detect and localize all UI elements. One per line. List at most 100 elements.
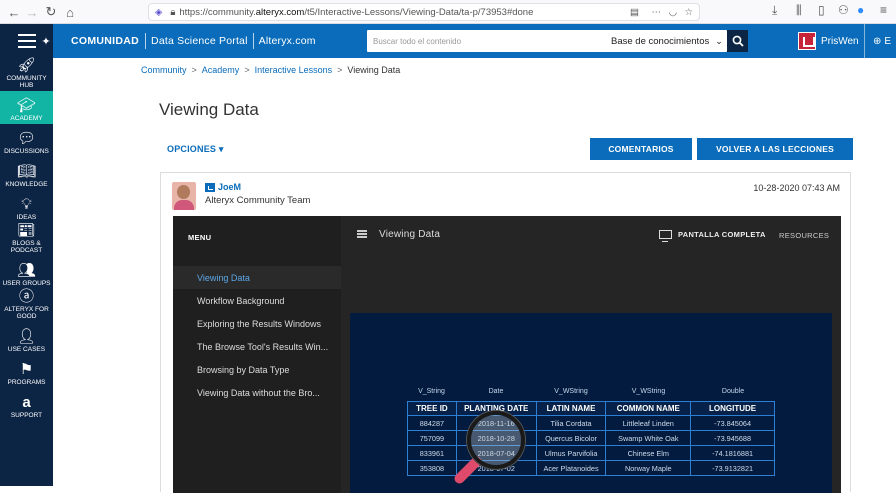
table-cell: Norway Maple [605,460,692,476]
sidebar-item-academy[interactable]: 🎓︎ ACADEMY [0,91,53,124]
back-to-lessons-button[interactable]: VOLVER A LAS LECCIONES [697,138,853,160]
player-menu-item[interactable]: Workflow Background [173,289,341,312]
column-header: LONGITUDE [690,401,775,416]
comments-button[interactable]: COMENTARIOS [590,138,692,160]
table-cell: 884287 [407,415,457,431]
menu-icon[interactable]: ≡ [880,3,887,17]
player-menu-item[interactable]: Browsing by Data Type [173,358,341,381]
column-type-label: V_String [418,388,445,395]
data-science-portal-link[interactable]: Data Science Portal [146,35,253,47]
breadcrumb-separator: > [191,65,197,75]
url-domain: alteryx.com [255,6,305,18]
sidebar-item-label: USE CASES [7,346,46,353]
sidebar-item-community-hub[interactable]: 🚀︎ COMMUNITY HUB [0,58,53,91]
sidebar-item-programs[interactable]: ⚑ PROGRAMS [0,355,53,388]
library-icon[interactable]: ⫼ [796,3,802,18]
column-header: COMMON NAME [605,401,692,416]
sidebar-item-use-cases[interactable]: 👤︎ USE CASES [0,322,53,355]
site-header: ✦ COMUNIDAD Data Science Portal Alteryx.… [0,24,896,58]
download-icon[interactable]: ⤓ [772,3,777,18]
player-menu-item[interactable]: Viewing Data without the Bro... [173,381,341,404]
user-avatar-icon [798,32,816,50]
player-menu-heading: MENU [188,233,212,242]
resources-button[interactable]: RESOURCES [779,231,829,240]
player-stage: Viewing Data PANTALLA COMPLETA RESOURCES… [341,216,841,493]
address-bar[interactable]: ◈ 🔒︎ https://community. alteryx.com/t5/In… [148,3,700,21]
star-icon[interactable]: ☆ [684,7,693,18]
author-role: Alteryx Community Team [205,195,311,206]
breadcrumb-separator: > [244,65,250,75]
sidebar-icon[interactable]: ▯ [818,3,825,17]
player-menu-item[interactable]: Exploring the Results Windows [173,312,341,335]
breadcrumb-academy[interactable]: Academy [202,65,240,75]
author-name[interactable]: JoeM [218,182,241,192]
newspaper-icon: 📰︎ [16,222,37,239]
column-type-label: V_WString [554,388,588,395]
user-name: PrisWen [821,35,859,47]
breadcrumb-interactive-lessons[interactable]: Interactive Lessons [255,65,333,75]
rocket-icon: 🚀︎ [16,57,37,74]
column-type-label: V_WString [631,388,666,395]
flag-icon: ⚑ [19,361,34,378]
alteryx-good-icon: ⓐ [18,288,34,305]
sidebar-item-discussions[interactable]: 💬︎ DISCUSSIONS [0,124,53,157]
table-cell: -73.9132821 [690,460,775,476]
sidebar-item-ideas[interactable]: 💡︎ IDEAS [0,190,53,223]
sidebar-item-support[interactable]: a SUPPORT [0,388,53,421]
slide-canvas: V_String Date V_WString V_WString Double… [350,313,832,493]
chat-bubbles-icon: 💬︎ [16,130,37,147]
url-prefix: https://community. [179,6,256,18]
home-icon[interactable]: ⌂ [62,4,78,20]
book-icon: 📖︎ [16,163,37,180]
player-menu-toggle-icon[interactable] [357,233,367,235]
search-input[interactable]: Buscar todo el contenido [367,37,607,46]
reload-icon[interactable]: ↻ [43,4,59,20]
search-scope-select[interactable]: Base de conocimientos ⌄ [607,36,727,47]
sidebar-item-label: COMMUNITY HUB [6,75,47,89]
player-menu-panel: MENU Viewing Data Workflow Background Ex… [173,216,341,493]
player-menu-item[interactable]: Viewing Data [173,266,341,289]
pin-icon[interactable]: ✦ [41,24,51,58]
search-button[interactable] [727,30,748,52]
table-row: 757099 2018-10-28 Quercus Bicolor Swamp Whi… [407,430,775,446]
forward-arrow-icon[interactable]: → [24,4,40,20]
author-avatar[interactable] [172,182,196,210]
sidebar-item-label: BLOGS & PODCAST [10,240,43,254]
fullscreen-button[interactable]: PANTALLA COMPLETA [659,230,766,242]
alteryx-com-link[interactable]: Alteryx.com [254,35,321,47]
sidebar-item-blogs-podcast[interactable]: 📰︎ BLOGS & PODCAST [0,223,53,256]
sidebar-item-alteryx-for-good[interactable]: ⓐ ALTERYX FOR GOOD [0,289,53,322]
options-dropdown[interactable]: OPCIONES ▾ [167,144,224,155]
sidebar-item-knowledge[interactable]: 📖︎ KNOWLEDGE [0,157,53,190]
breadcrumb-community[interactable]: Community [141,65,187,75]
reader-icon[interactable]: ▤ [630,7,639,18]
browser-toolbar: ← → ↻ ⌂ ◈ 🔒︎ https://community. alteryx.c… [0,0,896,24]
divider [145,33,147,49]
sidebar-item-label: ALTERYX FOR GOOD [4,306,49,320]
rank-badge-icon [205,183,215,192]
language-selector[interactable]: ⊕ E [864,24,896,58]
more-icon[interactable]: ⋯ [652,7,662,18]
pocket-icon[interactable]: ◡ [669,7,677,18]
back-arrow-icon[interactable]: ← [6,4,22,20]
lesson-player: MENU Viewing Data Workflow Background Ex… [173,216,841,493]
graduation-cap-icon: 🎓︎ [16,97,37,114]
column-type-label: Date [488,388,504,395]
table-cell: 833961 [407,445,457,461]
lesson-post: JoeM Alteryx Community Team 10-28-2020 0… [160,172,851,493]
column-header: TREE ID [407,401,457,416]
sidebar-item-user-groups[interactable]: 👥︎ USER GROUPS [0,256,53,289]
player-menu-item[interactable]: The Browse Tool's Results Win... [173,335,341,358]
table-cell: Quercus Bicolor [535,430,607,446]
sidebar-item-label: SUPPORT [10,412,43,419]
extension-icon[interactable]: ⚇ [838,3,849,17]
sidebar-item-label: ACADEMY [10,115,43,122]
user-menu[interactable]: PrisWen [798,32,859,50]
brand-link[interactable]: COMUNIDAD [63,35,145,47]
monitor-icon [659,230,672,242]
zoom-icon[interactable]: ● [857,3,864,17]
main-content: Community > Academy > Interactive Lessons >… [53,58,896,493]
player-title: Viewing Data [379,229,441,240]
page-title: Viewing Data [159,100,259,119]
search-scope-label: Base de conocimientos [611,35,710,47]
